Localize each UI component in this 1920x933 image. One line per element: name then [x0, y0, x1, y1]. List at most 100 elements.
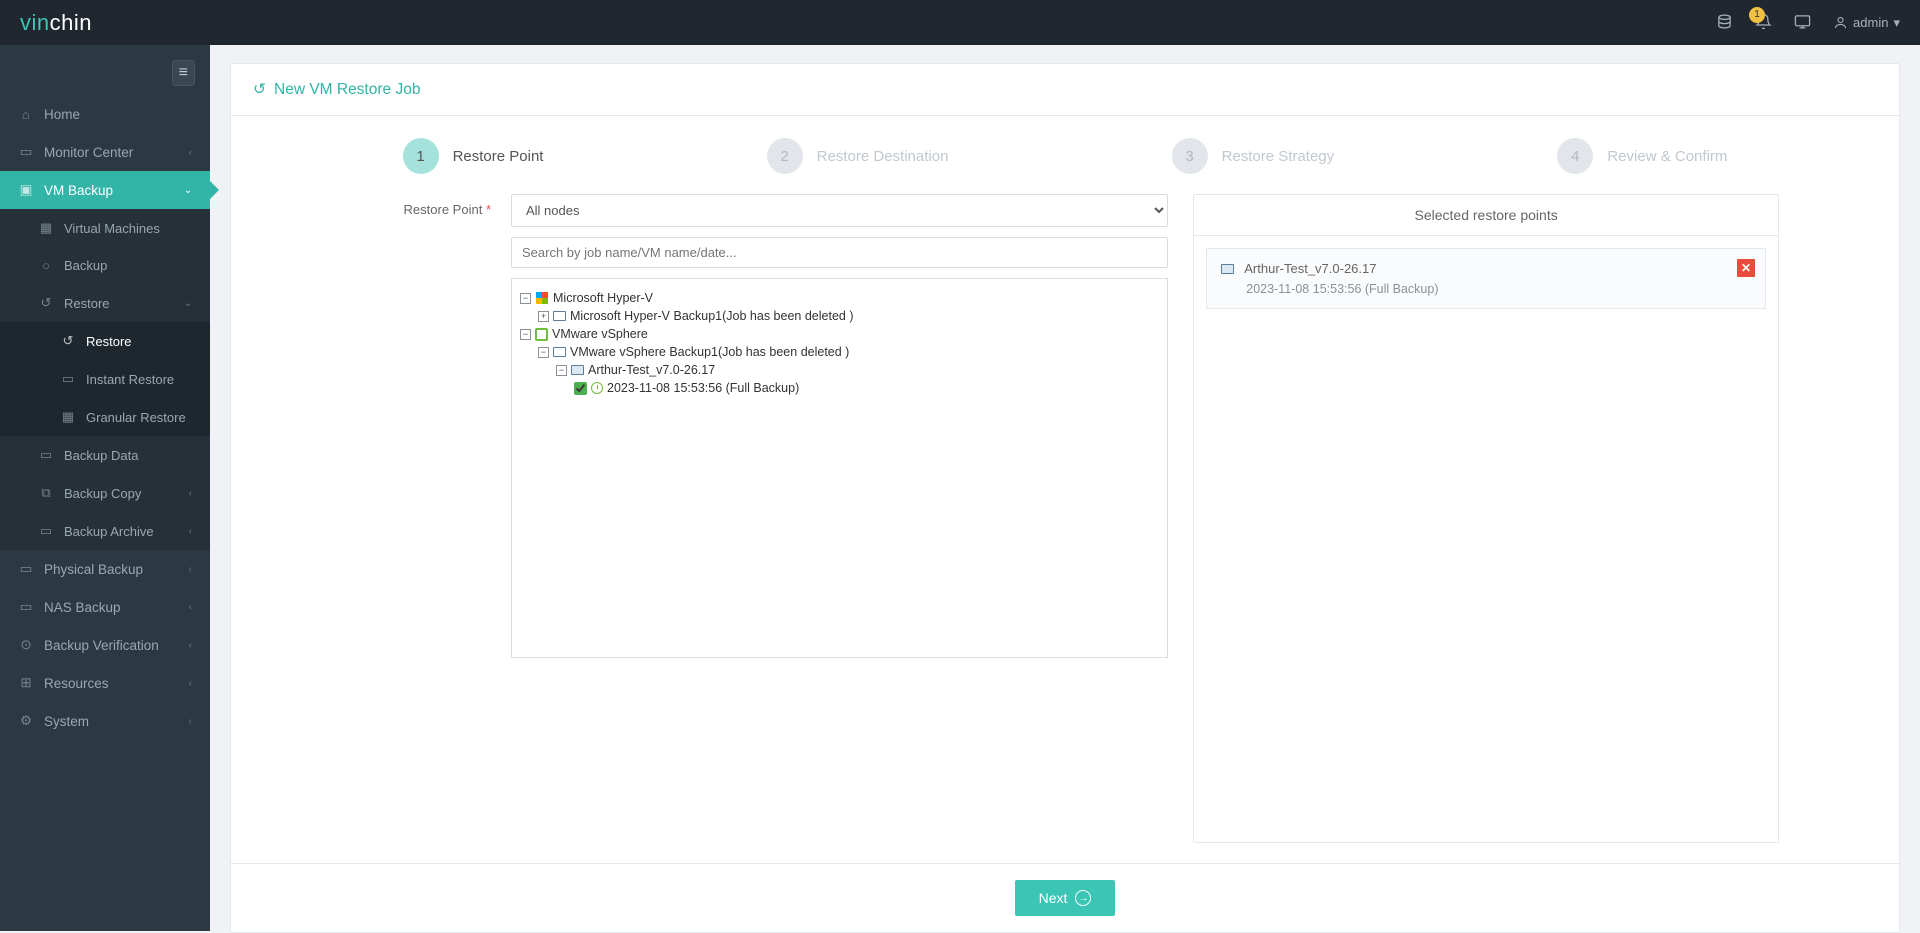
sidebar-item-virtual-machines[interactable]: ▦Virtual Machines — [0, 209, 210, 247]
selected-points-panel: Selected restore points Arthur-Test_v7.0… — [1193, 194, 1779, 843]
chevron-left-icon: ‹ — [189, 147, 192, 158]
circle-icon: ○ — [38, 258, 54, 273]
sidebar-item-resources[interactable]: ⊞ Resources ‹ — [0, 664, 210, 702]
sidebar-item-restore[interactable]: ↺Restore⌄ — [0, 284, 210, 322]
restore-point-checkbox[interactable] — [574, 382, 587, 395]
chevron-down-icon: ⌄ — [184, 298, 192, 309]
nas-icon: ▭ — [18, 599, 34, 615]
nav-label: Resources — [44, 676, 109, 691]
user-menu[interactable]: admin ▾ — [1833, 15, 1900, 31]
step-4[interactable]: 4 Review & Confirm — [1557, 138, 1727, 174]
nav-label: Backup — [64, 258, 107, 273]
sidebar-item-vmbackup[interactable]: ▣VM Backup⌄ — [0, 171, 210, 209]
collapse-icon[interactable]: − — [556, 365, 567, 376]
step-3[interactable]: 3 Restore Strategy — [1172, 138, 1335, 174]
step-2[interactable]: 2 Restore Destination — [767, 138, 949, 174]
tree-node-hyperv[interactable]: − Microsoft Hyper-V — [520, 289, 1159, 307]
home-icon: ⌂ — [18, 107, 34, 122]
logo-part2: chin — [50, 10, 92, 35]
tree-label: VMware vSphere Backup1(Job has been dele… — [570, 345, 849, 359]
expand-icon[interactable]: + — [538, 311, 549, 322]
gear-icon: ⚙ — [18, 713, 34, 729]
step-number: 2 — [767, 138, 803, 174]
sidebar-item-instant-restore[interactable]: ▭ Instant Restore — [0, 360, 210, 398]
instant-icon: ▭ — [60, 371, 76, 387]
collapse-icon[interactable]: − — [520, 329, 531, 340]
chevron-down-icon: ▾ — [1893, 15, 1900, 31]
form-label-col: Restore Point * — [351, 194, 491, 843]
sidebar-item-backup-copy[interactable]: ⧉Backup Copy‹ — [0, 474, 210, 512]
sidebar-collapse-button[interactable]: ≡ — [172, 60, 195, 86]
resources-icon: ⊞ — [18, 675, 34, 691]
chevron-left-icon: ‹ — [189, 564, 192, 575]
sidebar-item-backup[interactable]: ○ Backup — [0, 247, 210, 284]
sidebar-item-restore-sub[interactable]: ↺Restore — [0, 322, 210, 360]
data-icon: ▭ — [38, 447, 54, 463]
sidebar-item-nas-backup[interactable]: ▭NAS Backup‹ — [0, 588, 210, 626]
vm-small-icon — [1221, 264, 1234, 274]
selected-vm-name: Arthur-Test_v7.0-26.17 — [1244, 261, 1376, 276]
tree-node-vmware-job[interactable]: − VMware vSphere Backup1(Job has been de… — [520, 343, 1159, 361]
tree-label: Microsoft Hyper-V — [553, 291, 653, 305]
top-header: vinchin 1 admin ▾ — [0, 0, 1920, 45]
sidebar-item-backup-data[interactable]: ▭ Backup Data — [0, 436, 210, 474]
clock-icon — [591, 382, 603, 394]
database-icon[interactable] — [1716, 13, 1733, 33]
nav-label: Instant Restore — [86, 372, 174, 387]
wizard-steps: 1 Restore Point 2 Restore Destination 3 … — [231, 116, 1899, 194]
sidebar-item-backup-verification[interactable]: ⊙Backup Verification‹ — [0, 626, 210, 664]
wizard-body: Restore Point * All nodes − Microsoft Hy… — [231, 194, 1899, 863]
form-control-col: All nodes − Microsoft Hyper-V + Microsof… — [511, 194, 1168, 843]
vm-small-icon — [571, 365, 584, 375]
sidebar-item-system[interactable]: ⚙ System ‹ — [0, 702, 210, 740]
copy-icon: ⧉ — [38, 485, 54, 501]
sidebar-item-physical-backup[interactable]: ▭Physical Backup‹ — [0, 550, 210, 588]
nav-label: Granular Restore — [86, 410, 186, 425]
logo-part1: vin — [20, 10, 50, 35]
remove-selection-button[interactable]: ✕ — [1737, 259, 1755, 277]
sidebar: ≡ ⌂Home ▭Monitor Center‹ ▣VM Backup⌄ ▦Vi… — [0, 45, 210, 931]
notification-icon[interactable]: 1 — [1755, 13, 1772, 33]
tree-node-restore-point[interactable]: 2023-11-08 15:53:56 (Full Backup) — [520, 379, 1159, 397]
tree-label: VMware vSphere — [552, 327, 648, 341]
tree-node-hyperv-job[interactable]: + Microsoft Hyper-V Backup1(Job has been… — [520, 307, 1159, 325]
tree-label: Arthur-Test_v7.0-26.17 — [588, 363, 715, 377]
nav-label: System — [44, 714, 89, 729]
vmware-icon — [535, 328, 548, 341]
next-button[interactable]: Next → — [1015, 880, 1116, 916]
archive-icon: ▭ — [38, 523, 54, 539]
step-label: Restore Point — [453, 148, 544, 165]
nav-label: Backup Archive — [64, 524, 154, 539]
main-content: ↺ New VM Restore Job 1 Restore Point 2 R… — [210, 45, 1920, 931]
nav-label: Backup Data — [64, 448, 138, 463]
header-actions: 1 admin ▾ — [1716, 13, 1900, 33]
restore-icon: ↺ — [38, 295, 54, 311]
nav-label: Backup Copy — [64, 486, 141, 501]
node-select[interactable]: All nodes — [511, 194, 1168, 227]
chevron-left-icon: ‹ — [189, 678, 192, 689]
step-number: 4 — [1557, 138, 1593, 174]
search-input[interactable] — [511, 237, 1168, 268]
sidebar-item-backup-archive[interactable]: ▭Backup Archive‹ — [0, 512, 210, 550]
restore-sub-icon: ↺ — [60, 333, 76, 349]
tree-node-vmware[interactable]: − VMware vSphere — [520, 325, 1159, 343]
step-label: Review & Confirm — [1607, 148, 1727, 165]
logo: vinchin — [20, 10, 92, 36]
chevron-down-icon: ⌄ — [184, 185, 192, 196]
monitor-icon[interactable] — [1794, 13, 1811, 33]
restore-point-section: Restore Point * All nodes − Microsoft Hy… — [351, 194, 1168, 843]
tree-node-vm[interactable]: − Arthur-Test_v7.0-26.17 — [520, 361, 1159, 379]
nav-label: Virtual Machines — [64, 221, 160, 236]
collapse-icon[interactable]: − — [538, 347, 549, 358]
hyperv-icon — [535, 291, 549, 305]
chevron-left-icon: ‹ — [189, 716, 192, 727]
step-label: Restore Destination — [817, 148, 949, 165]
collapse-icon[interactable]: − — [520, 293, 531, 304]
sidebar-item-home[interactable]: ⌂Home — [0, 96, 210, 133]
step-1[interactable]: 1 Restore Point — [403, 138, 544, 174]
sidebar-item-granular-restore[interactable]: ▦Granular Restore — [0, 398, 210, 436]
job-icon — [553, 347, 566, 357]
sidebar-item-monitor[interactable]: ▭Monitor Center‹ — [0, 133, 210, 171]
chevron-left-icon: ‹ — [189, 640, 192, 651]
tree-label: 2023-11-08 15:53:56 (Full Backup) — [607, 381, 799, 395]
